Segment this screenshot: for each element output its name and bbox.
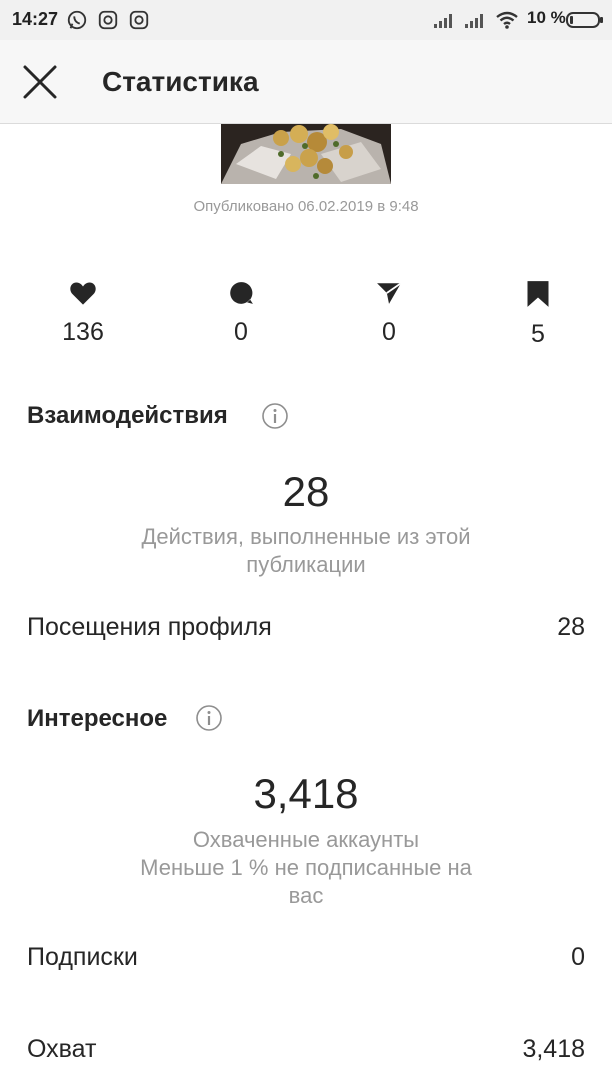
profile-visits-value: 28 xyxy=(557,613,585,641)
close-button[interactable] xyxy=(16,58,64,106)
close-icon xyxy=(23,65,57,99)
interactions-value: 28 xyxy=(282,468,330,515)
profile-visits-label: Посещения профиля xyxy=(27,613,272,641)
info-icon[interactable] xyxy=(261,402,289,430)
stat-saves: 5 xyxy=(488,280,588,349)
page-title: Статистика xyxy=(102,66,259,97)
signal-icon xyxy=(465,14,483,28)
likes-count: 136 xyxy=(62,318,104,346)
wifi-icon xyxy=(496,11,518,29)
battery-percent: 10 % xyxy=(527,8,566,27)
reach-row-value: 3,418 xyxy=(522,1035,585,1063)
info-icon[interactable] xyxy=(195,704,223,732)
published-date: Опубликовано 06.02.2019 в 9:48 xyxy=(193,198,419,215)
battery-icon xyxy=(566,12,603,28)
app-header: Статистика xyxy=(0,40,612,124)
share-icon xyxy=(377,282,402,304)
reach-label: Охват xyxy=(27,1035,97,1063)
reach-subcaption: Меньше 1 % не подписанные на вас xyxy=(140,855,472,908)
whatsapp-icon xyxy=(67,10,87,30)
follows-label: Подписки xyxy=(27,943,138,971)
post-thumbnail[interactable] xyxy=(221,124,391,184)
instagram-icon xyxy=(98,10,118,30)
saves-count: 5 xyxy=(531,320,545,348)
stat-likes: 136 xyxy=(33,280,133,347)
heart-icon xyxy=(70,282,96,305)
status-bar: 14:27 10 % xyxy=(0,0,612,40)
stat-shares: 0 xyxy=(339,280,439,347)
instagram-icon xyxy=(129,10,149,30)
discovery-title: Интересное xyxy=(27,705,168,732)
follows-value: 0 xyxy=(571,943,585,971)
reach-caption: Охваченные аккаунты xyxy=(192,827,420,852)
comment-icon xyxy=(230,282,253,304)
comments-count: 0 xyxy=(234,318,248,346)
stat-comments: 0 xyxy=(191,280,291,347)
shares-count: 0 xyxy=(382,318,396,346)
status-time: 14:27 xyxy=(12,9,59,29)
signal-icon xyxy=(434,14,452,28)
reach-value: 3,418 xyxy=(253,770,359,817)
interactions-caption: Действия, выполненные из этой публикации xyxy=(141,524,471,577)
interactions-title: Взаимодействия xyxy=(27,402,228,429)
post-image xyxy=(221,124,391,184)
bookmark-icon xyxy=(527,281,549,307)
